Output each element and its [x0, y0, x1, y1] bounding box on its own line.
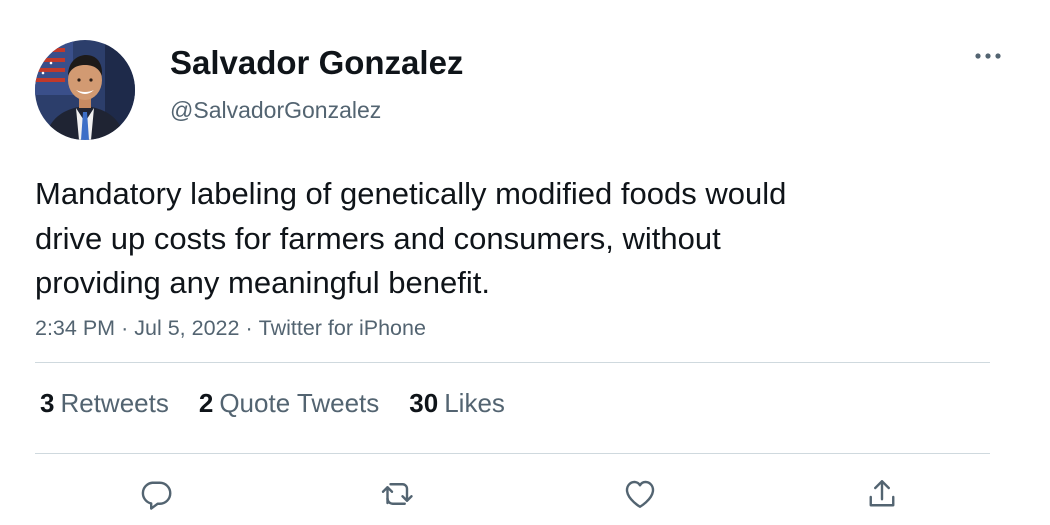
retweets-stat[interactable]: 3 Retweets: [40, 388, 169, 419]
retweets-count: 3: [40, 388, 55, 418]
tweet-detail: Salvador Gonzalez @SalvadorGonzalez Mand…: [0, 0, 1050, 525]
retweets-label: Retweets: [60, 388, 169, 418]
tweet-time[interactable]: 2:34 PM: [35, 316, 115, 340]
avatar[interactable]: [35, 40, 135, 140]
tweet-source[interactable]: Twitter for iPhone: [259, 316, 426, 340]
retweet-button[interactable]: [378, 474, 418, 514]
likes-stat[interactable]: 30 Likes: [409, 388, 505, 419]
heart-icon: [625, 480, 655, 508]
share-icon: [869, 480, 895, 507]
separator: ·: [245, 316, 253, 340]
retweet-icon: [381, 483, 413, 505]
engagement-stats: 3 Retweets 2 Quote Tweets 30 Likes: [40, 388, 535, 419]
likes-count: 30: [409, 388, 439, 418]
divider: [35, 362, 990, 363]
user-handle[interactable]: @SalvadorGonzalez: [170, 97, 381, 124]
more-options-button[interactable]: [970, 42, 1006, 70]
avatar-image: [35, 40, 135, 140]
divider: [35, 453, 990, 454]
display-name[interactable]: Salvador Gonzalez: [170, 44, 463, 82]
quote-tweets-label: Quote Tweets: [219, 388, 380, 418]
tweet-text: Mandatory labeling of genetically modifi…: [35, 176, 787, 300]
action-bar: [0, 474, 1050, 514]
reply-button[interactable]: [136, 474, 176, 514]
quote-tweets-stat[interactable]: 2 Quote Tweets: [199, 388, 379, 419]
likes-label: Likes: [444, 388, 505, 418]
reply-icon: [141, 481, 172, 510]
separator: ·: [121, 316, 129, 340]
tweet-metadata: 2:34 PM · Jul 5, 2022 · Twitter for iPhone: [35, 316, 426, 341]
share-button[interactable]: [862, 474, 902, 514]
like-button[interactable]: [620, 474, 660, 514]
more-horizontal-icon: [975, 53, 1001, 59]
quote-tweets-count: 2: [198, 388, 214, 418]
tweet-date[interactable]: Jul 5, 2022: [134, 316, 239, 340]
